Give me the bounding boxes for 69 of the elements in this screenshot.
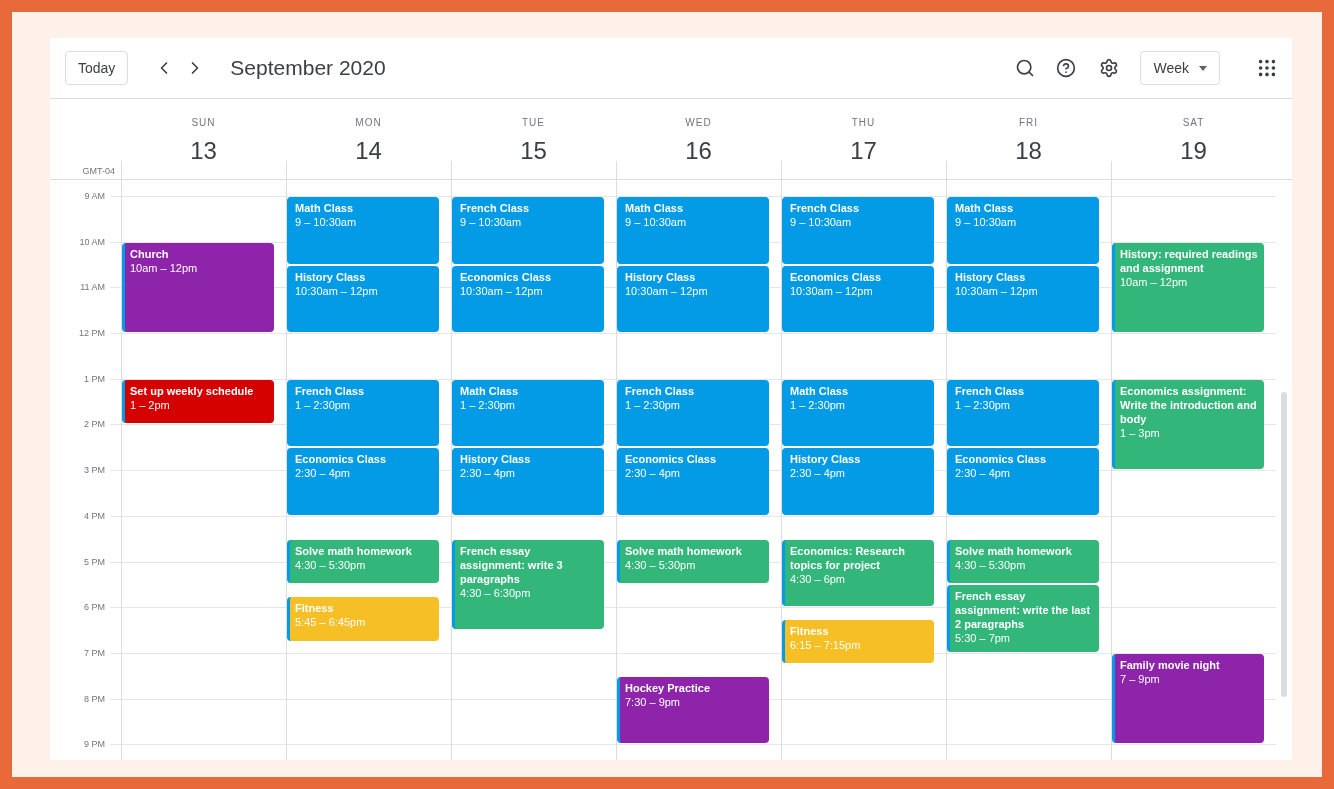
hour-label: 6 PM: [84, 602, 105, 613]
date-number[interactable]: 14: [355, 137, 382, 165]
calendar-event[interactable]: Math Class 1 – 2:30pm: [452, 379, 604, 447]
calendar-event[interactable]: History Class 2:30 – 4pm: [782, 448, 934, 515]
caret-icon: [1199, 65, 1207, 71]
hour-label: 1 PM: [84, 373, 105, 384]
calendar-event[interactable]: Economics assignment: Write the introduction and body 1 – 3pm: [1112, 379, 1264, 470]
hour-label: 4 PM: [84, 510, 105, 521]
hour-label: 10 AM: [79, 236, 105, 247]
calendar-event[interactable]: French essay assignment: write the last 2 paragraphs 5:30 – 7pm: [947, 585, 1099, 652]
calendar-event[interactable]: French Class 1 – 2:30pm: [947, 379, 1099, 447]
calendar-event[interactable]: Economics Class 10:30am – 12pm: [452, 265, 604, 333]
view-dropdown[interactable]: Week: [1140, 51, 1220, 85]
calendar-event[interactable]: French essay assignment: write 3 paragraphs 4:30 – 6:30pm: [452, 539, 604, 630]
weekday-label: THU: [851, 117, 876, 128]
calendar-event[interactable]: Family movie night 7 – 9pm: [1112, 654, 1264, 744]
weekday-label: FRI: [1018, 117, 1039, 128]
calendar-event[interactable]: Solve math homework 4:30 – 5:30pm: [287, 539, 439, 584]
calendar-event[interactable]: History Class 10:30am – 12pm: [287, 265, 439, 333]
weekday-label: MON: [355, 117, 382, 128]
date-number[interactable]: 18: [1015, 137, 1042, 165]
date-number[interactable]: 13: [190, 137, 217, 165]
hour-label: 11 AM: [80, 282, 105, 293]
calendar-event[interactable]: Economics Class 2:30 – 4pm: [287, 448, 439, 515]
calendar-event[interactable]: Fitness 5:45 – 6:45pm: [287, 596, 439, 641]
calendar-event[interactable]: Solve math homework 4:30 – 5:30pm: [947, 539, 1099, 584]
month-title: September 2020: [230, 56, 386, 80]
calendar-event[interactable]: Economics Class 2:30 – 4pm: [617, 448, 769, 515]
hour-label: 2 PM: [84, 419, 105, 430]
calendar-event[interactable]: Math Class 9 – 10:30am: [947, 197, 1099, 264]
hour-label: 9 PM: [84, 739, 105, 750]
timezone-label: GMT-04: [82, 166, 115, 176]
calendar-event[interactable]: Church 10am – 12pm: [122, 242, 274, 333]
help-icon[interactable]: [1055, 57, 1078, 79]
calendar-event[interactable]: Fitness 6:15 – 7:15pm: [782, 619, 934, 664]
hour-label: 5 PM: [84, 556, 105, 567]
calendar-event[interactable]: French Class 1 – 2:30pm: [287, 379, 439, 447]
calendar-event[interactable]: Solve math homework 4:30 – 5:30pm: [617, 539, 769, 584]
calendar-event[interactable]: Math Class 1 – 2:30pm: [782, 379, 934, 447]
calendar-event[interactable]: History Class 10:30am – 12pm: [617, 265, 769, 333]
date-number[interactable]: 15: [520, 137, 547, 165]
calendar-event[interactable]: Hockey Practice 7:30 – 9pm: [617, 676, 769, 744]
calendar-event[interactable]: History Class 2:30 – 4pm: [452, 448, 604, 515]
calendar-event[interactable]: History Class 10:30am – 12pm: [947, 265, 1099, 333]
calendar-event[interactable]: Economics Class 10:30am – 12pm: [782, 265, 934, 333]
weekday-label: WED: [685, 117, 712, 128]
hour-label: 8 PM: [84, 693, 105, 704]
hour-label: 9 AM: [84, 191, 105, 201]
weekday-label: SAT: [1182, 117, 1205, 128]
weekday-label: TUE: [522, 117, 545, 128]
weekday-label: SUN: [191, 117, 216, 128]
calendar-event[interactable]: Set up weekly schedule 1 – 2pm: [122, 379, 274, 424]
calendar-event[interactable]: History: required readings and assignment 10am – 12pm: [1112, 242, 1264, 333]
date-number[interactable]: 16: [685, 137, 712, 165]
hour-label: 3 PM: [84, 465, 105, 476]
calendar-event[interactable]: Math Class 9 – 10:30am: [287, 197, 439, 264]
calendar-event[interactable]: Math Class 9 – 10:30am: [617, 197, 769, 264]
hour-label: 12 PM: [79, 328, 105, 339]
calendar-event[interactable]: Economics Class 2:30 – 4pm: [947, 448, 1099, 515]
date-number[interactable]: 17: [850, 137, 877, 165]
today-button[interactable]: Today: [65, 51, 129, 85]
calendar-event[interactable]: French Class 9 – 10:30am: [452, 197, 604, 264]
calendar-event[interactable]: French Class 1 – 2:30pm: [617, 379, 769, 447]
apps-grid-icon[interactable]: [1256, 57, 1278, 79]
scrollbar-thumb[interactable]: [1281, 392, 1287, 697]
date-number[interactable]: 19: [1180, 137, 1207, 165]
hour-label: 7 PM: [84, 648, 105, 658]
calendar-event[interactable]: Economics: Research topics for project 4:30 – 6pm: [782, 539, 934, 607]
calendar-event[interactable]: French Class 9 – 10:30am: [782, 197, 934, 264]
